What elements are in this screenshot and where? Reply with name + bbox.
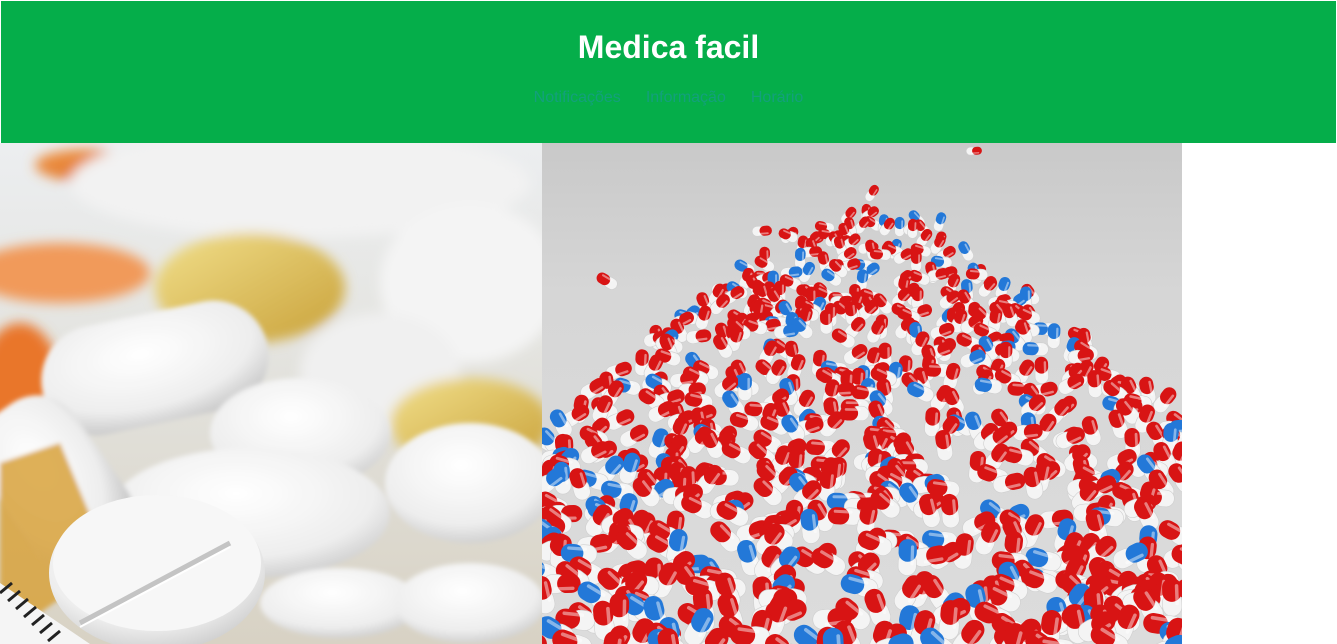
nav-link-horario[interactable]: Horário (751, 89, 803, 107)
capsule (1022, 342, 1049, 357)
page: Medica facil Notificações Informação Hor… (0, 0, 1337, 644)
capsule (1158, 520, 1182, 547)
nav-link-notificacoes[interactable]: Notificações (534, 89, 621, 107)
capsule (910, 250, 922, 273)
capsules-photo (542, 143, 1182, 644)
tablets-photo (0, 143, 542, 644)
capsule (737, 372, 753, 401)
capsule (933, 212, 947, 232)
capsule (907, 218, 918, 239)
capsule (685, 329, 712, 344)
capsule (596, 272, 618, 290)
main-nav: Notificações Informação Horário (1, 89, 1336, 107)
capsule (1047, 323, 1061, 349)
capsule (1034, 356, 1049, 384)
capsule (965, 146, 982, 156)
capsule (897, 539, 917, 576)
capsule (940, 493, 960, 529)
capsule (1162, 577, 1182, 617)
capsule (827, 507, 863, 526)
nav-link-informacao[interactable]: Informação (646, 89, 726, 107)
site-title: Medica facil (577, 29, 760, 65)
blank-area (1182, 143, 1337, 644)
capsule (864, 184, 879, 202)
capsule (894, 216, 905, 237)
site-header: Medica facil Notificações Informação Hor… (1, 1, 1336, 143)
capsule (958, 241, 974, 262)
capsule (819, 309, 833, 335)
capsule (751, 225, 772, 237)
